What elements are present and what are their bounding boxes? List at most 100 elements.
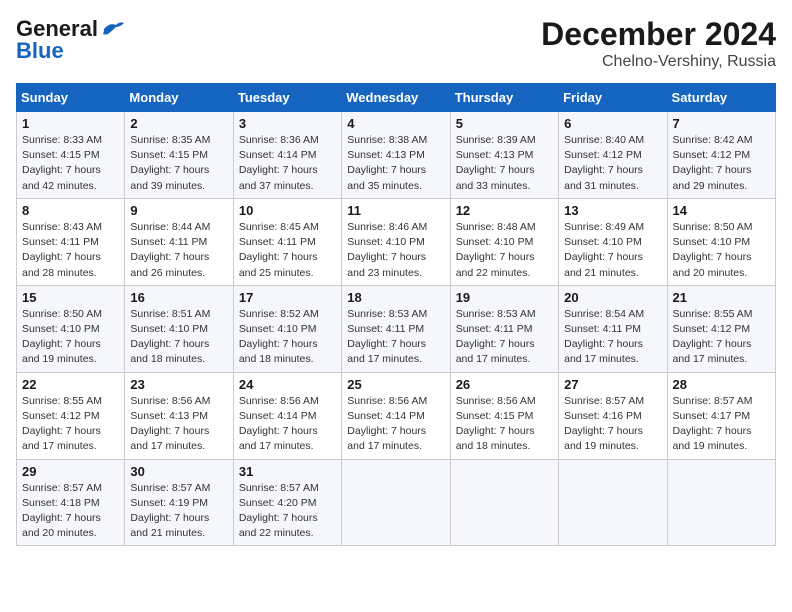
day-number: 25 (347, 377, 444, 392)
weekday-header-row: SundayMondayTuesdayWednesdayThursdayFrid… (17, 84, 776, 112)
calendar-table: SundayMondayTuesdayWednesdayThursdayFrid… (16, 83, 776, 546)
day-number: 10 (239, 203, 336, 218)
calendar-cell: 16 Sunrise: 8:51 AM Sunset: 4:10 PM Dayl… (125, 285, 233, 372)
calendar-cell: 3 Sunrise: 8:36 AM Sunset: 4:14 PM Dayli… (233, 112, 341, 199)
calendar-cell: 20 Sunrise: 8:54 AM Sunset: 4:11 PM Dayl… (559, 285, 667, 372)
calendar-cell: 6 Sunrise: 8:40 AM Sunset: 4:12 PM Dayli… (559, 112, 667, 199)
day-number: 2 (130, 116, 227, 131)
calendar-cell: 23 Sunrise: 8:56 AM Sunset: 4:13 PM Dayl… (125, 372, 233, 459)
day-number: 4 (347, 116, 444, 131)
header: General Blue December 2024 Chelno-Vershi… (16, 16, 776, 71)
day-info: Sunrise: 8:40 AM Sunset: 4:12 PM Dayligh… (564, 133, 661, 194)
day-info: Sunrise: 8:52 AM Sunset: 4:10 PM Dayligh… (239, 307, 336, 368)
day-number: 3 (239, 116, 336, 131)
day-number: 26 (456, 377, 553, 392)
day-number: 15 (22, 290, 119, 305)
calendar-cell: 19 Sunrise: 8:53 AM Sunset: 4:11 PM Dayl… (450, 285, 558, 372)
calendar-cell (450, 459, 558, 546)
calendar-cell: 26 Sunrise: 8:56 AM Sunset: 4:15 PM Dayl… (450, 372, 558, 459)
day-info: Sunrise: 8:57 AM Sunset: 4:18 PM Dayligh… (22, 481, 119, 542)
day-number: 1 (22, 116, 119, 131)
day-info: Sunrise: 8:55 AM Sunset: 4:12 PM Dayligh… (673, 307, 770, 368)
calendar-cell: 10 Sunrise: 8:45 AM Sunset: 4:11 PM Dayl… (233, 198, 341, 285)
calendar-cell (667, 459, 775, 546)
day-info: Sunrise: 8:42 AM Sunset: 4:12 PM Dayligh… (673, 133, 770, 194)
weekday-header-tuesday: Tuesday (233, 84, 341, 112)
day-info: Sunrise: 8:44 AM Sunset: 4:11 PM Dayligh… (130, 220, 227, 281)
day-number: 16 (130, 290, 227, 305)
calendar-cell (559, 459, 667, 546)
logo: General Blue (16, 16, 124, 64)
calendar-cell: 17 Sunrise: 8:52 AM Sunset: 4:10 PM Dayl… (233, 285, 341, 372)
title-area: December 2024 Chelno-Vershiny, Russia (541, 16, 776, 71)
day-info: Sunrise: 8:57 AM Sunset: 4:20 PM Dayligh… (239, 481, 336, 542)
day-info: Sunrise: 8:55 AM Sunset: 4:12 PM Dayligh… (22, 394, 119, 455)
day-number: 17 (239, 290, 336, 305)
calendar-cell: 8 Sunrise: 8:43 AM Sunset: 4:11 PM Dayli… (17, 198, 125, 285)
calendar-cell: 22 Sunrise: 8:55 AM Sunset: 4:12 PM Dayl… (17, 372, 125, 459)
calendar-cell: 25 Sunrise: 8:56 AM Sunset: 4:14 PM Dayl… (342, 372, 450, 459)
day-info: Sunrise: 8:39 AM Sunset: 4:13 PM Dayligh… (456, 133, 553, 194)
day-info: Sunrise: 8:49 AM Sunset: 4:10 PM Dayligh… (564, 220, 661, 281)
day-number: 6 (564, 116, 661, 131)
day-number: 30 (130, 464, 227, 479)
weekday-header-thursday: Thursday (450, 84, 558, 112)
location: Chelno-Vershiny, Russia (541, 53, 776, 71)
calendar-cell: 5 Sunrise: 8:39 AM Sunset: 4:13 PM Dayli… (450, 112, 558, 199)
calendar-cell: 7 Sunrise: 8:42 AM Sunset: 4:12 PM Dayli… (667, 112, 775, 199)
day-number: 19 (456, 290, 553, 305)
calendar-cell: 31 Sunrise: 8:57 AM Sunset: 4:20 PM Dayl… (233, 459, 341, 546)
weekday-header-saturday: Saturday (667, 84, 775, 112)
day-number: 14 (673, 203, 770, 218)
day-info: Sunrise: 8:36 AM Sunset: 4:14 PM Dayligh… (239, 133, 336, 194)
month-year: December 2024 (541, 16, 776, 53)
day-number: 23 (130, 377, 227, 392)
day-number: 24 (239, 377, 336, 392)
weekday-header-sunday: Sunday (17, 84, 125, 112)
day-number: 12 (456, 203, 553, 218)
day-info: Sunrise: 8:43 AM Sunset: 4:11 PM Dayligh… (22, 220, 119, 281)
week-row-3: 15 Sunrise: 8:50 AM Sunset: 4:10 PM Dayl… (17, 285, 776, 372)
day-number: 9 (130, 203, 227, 218)
day-info: Sunrise: 8:38 AM Sunset: 4:13 PM Dayligh… (347, 133, 444, 194)
day-number: 29 (22, 464, 119, 479)
calendar-cell: 15 Sunrise: 8:50 AM Sunset: 4:10 PM Dayl… (17, 285, 125, 372)
day-number: 27 (564, 377, 661, 392)
calendar-cell: 27 Sunrise: 8:57 AM Sunset: 4:16 PM Dayl… (559, 372, 667, 459)
day-info: Sunrise: 8:53 AM Sunset: 4:11 PM Dayligh… (347, 307, 444, 368)
day-number: 7 (673, 116, 770, 131)
calendar-cell: 18 Sunrise: 8:53 AM Sunset: 4:11 PM Dayl… (342, 285, 450, 372)
day-info: Sunrise: 8:45 AM Sunset: 4:11 PM Dayligh… (239, 220, 336, 281)
week-row-4: 22 Sunrise: 8:55 AM Sunset: 4:12 PM Dayl… (17, 372, 776, 459)
calendar-cell: 13 Sunrise: 8:49 AM Sunset: 4:10 PM Dayl… (559, 198, 667, 285)
calendar-cell: 24 Sunrise: 8:56 AM Sunset: 4:14 PM Dayl… (233, 372, 341, 459)
day-info: Sunrise: 8:56 AM Sunset: 4:14 PM Dayligh… (239, 394, 336, 455)
day-info: Sunrise: 8:56 AM Sunset: 4:13 PM Dayligh… (130, 394, 227, 455)
day-info: Sunrise: 8:35 AM Sunset: 4:15 PM Dayligh… (130, 133, 227, 194)
calendar-cell: 12 Sunrise: 8:48 AM Sunset: 4:10 PM Dayl… (450, 198, 558, 285)
calendar-cell: 4 Sunrise: 8:38 AM Sunset: 4:13 PM Dayli… (342, 112, 450, 199)
calendar-cell: 28 Sunrise: 8:57 AM Sunset: 4:17 PM Dayl… (667, 372, 775, 459)
day-info: Sunrise: 8:54 AM Sunset: 4:11 PM Dayligh… (564, 307, 661, 368)
day-number: 5 (456, 116, 553, 131)
day-number: 28 (673, 377, 770, 392)
day-number: 11 (347, 203, 444, 218)
day-info: Sunrise: 8:50 AM Sunset: 4:10 PM Dayligh… (673, 220, 770, 281)
weekday-header-wednesday: Wednesday (342, 84, 450, 112)
calendar-cell: 2 Sunrise: 8:35 AM Sunset: 4:15 PM Dayli… (125, 112, 233, 199)
week-row-5: 29 Sunrise: 8:57 AM Sunset: 4:18 PM Dayl… (17, 459, 776, 546)
day-info: Sunrise: 8:57 AM Sunset: 4:16 PM Dayligh… (564, 394, 661, 455)
day-number: 31 (239, 464, 336, 479)
calendar-cell: 21 Sunrise: 8:55 AM Sunset: 4:12 PM Dayl… (667, 285, 775, 372)
day-number: 13 (564, 203, 661, 218)
week-row-2: 8 Sunrise: 8:43 AM Sunset: 4:11 PM Dayli… (17, 198, 776, 285)
day-info: Sunrise: 8:57 AM Sunset: 4:17 PM Dayligh… (673, 394, 770, 455)
weekday-header-friday: Friday (559, 84, 667, 112)
calendar-cell: 14 Sunrise: 8:50 AM Sunset: 4:10 PM Dayl… (667, 198, 775, 285)
day-number: 18 (347, 290, 444, 305)
day-number: 22 (22, 377, 119, 392)
logo-bird-icon (102, 20, 124, 38)
day-number: 20 (564, 290, 661, 305)
calendar-cell: 11 Sunrise: 8:46 AM Sunset: 4:10 PM Dayl… (342, 198, 450, 285)
calendar-cell: 30 Sunrise: 8:57 AM Sunset: 4:19 PM Dayl… (125, 459, 233, 546)
